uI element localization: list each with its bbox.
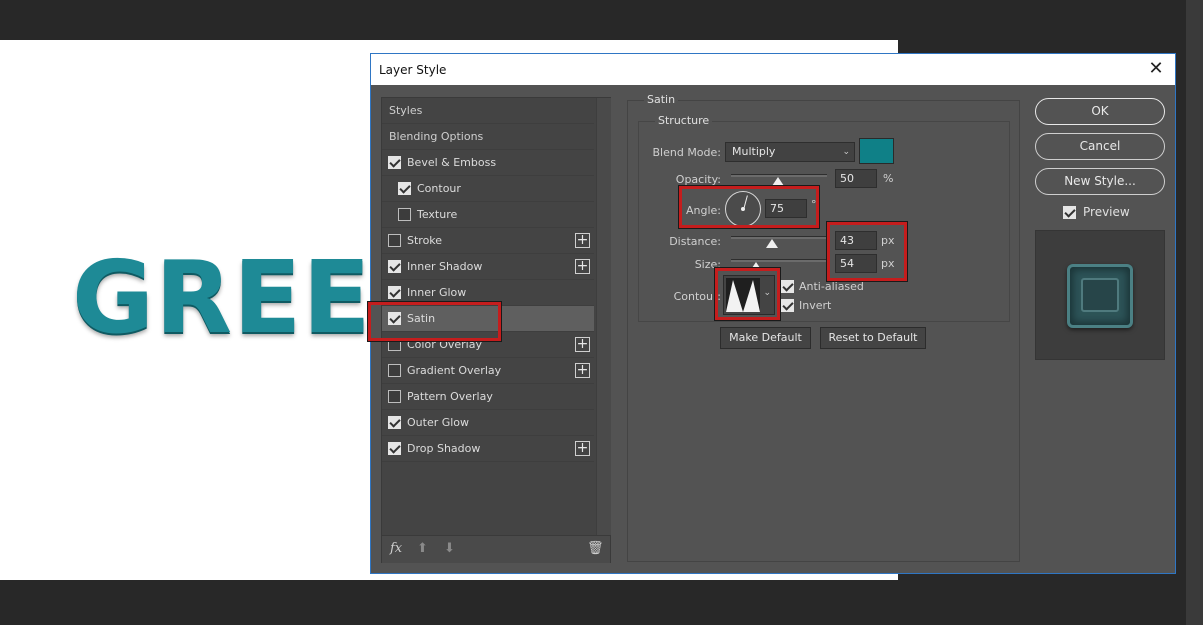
add-icon[interactable]: +: [575, 233, 590, 248]
preview-checkbox[interactable]: [1063, 206, 1076, 219]
ok-button[interactable]: OK: [1035, 98, 1165, 125]
satin-panel: Satin Structure Blend Mode: Multiply ⌄ O…: [627, 93, 1020, 562]
styles-list-footer: fx ⬆ ⬇ 🗑: [382, 535, 610, 563]
opacity-slider-thumb[interactable]: [772, 177, 784, 186]
style-item-texture[interactable]: Texture: [382, 202, 594, 228]
structure-title: Structure: [655, 114, 713, 127]
blend-mode-value: Multiply: [732, 145, 776, 158]
blending-options-item[interactable]: Blending Options: [382, 124, 594, 150]
highlight-satin: [367, 301, 502, 342]
style-item-label: Inner Glow: [407, 286, 467, 299]
checkbox[interactable]: [388, 364, 401, 377]
distance-slider-thumb[interactable]: [766, 239, 778, 248]
move-up-icon[interactable]: ⬆: [417, 541, 428, 556]
style-item-inner-shadow[interactable]: Inner Shadow +: [382, 254, 594, 280]
layer-style-dialog: Layer Style ✕ Styles Blending Options Be…: [367, 53, 1176, 574]
style-item-stroke[interactable]: Stroke +: [382, 228, 594, 254]
style-item-bevel-emboss[interactable]: Bevel & Emboss: [382, 150, 594, 176]
invert-checkbox[interactable]: [781, 299, 794, 312]
opacity-unit: %: [883, 172, 894, 185]
section-title: Satin: [644, 93, 679, 106]
checkbox[interactable]: [388, 390, 401, 403]
contour-label: Contour:: [673, 290, 721, 303]
style-item-contour[interactable]: Contour: [382, 176, 594, 202]
checkbox[interactable]: [398, 208, 411, 221]
anti-aliased-label: Anti-aliased: [799, 280, 864, 293]
add-icon[interactable]: +: [575, 337, 590, 352]
workspace-scrollbar[interactable]: [1186, 0, 1203, 625]
style-item-label: Bevel & Emboss: [407, 156, 497, 169]
checkbox[interactable]: [388, 442, 401, 455]
highlight-distance-size: [826, 221, 908, 282]
style-item-label: Outer Glow: [407, 416, 470, 429]
trash-icon[interactable]: 🗑: [587, 541, 604, 556]
chevron-down-icon: ⌄: [842, 147, 850, 157]
style-item-gradient-overlay[interactable]: Gradient Overlay +: [382, 358, 594, 384]
checkbox[interactable]: [388, 156, 401, 169]
blend-mode-label: Blend Mode:: [652, 146, 722, 159]
new-style-button[interactable]: New Style...: [1035, 168, 1165, 195]
add-icon[interactable]: +: [575, 363, 590, 378]
checkbox[interactable]: [388, 286, 401, 299]
size-slider[interactable]: [731, 259, 827, 262]
anti-aliased-checkbox[interactable]: [781, 280, 794, 293]
style-item-label: Stroke: [407, 234, 443, 247]
style-item-label: Inner Shadow: [407, 260, 483, 273]
checkbox[interactable]: [388, 260, 401, 273]
fx-icon[interactable]: fx: [390, 541, 402, 556]
style-item-label: Pattern Overlay: [407, 390, 493, 403]
opacity-input[interactable]: 50: [835, 169, 877, 188]
add-icon[interactable]: +: [575, 259, 590, 274]
distance-slider[interactable]: [731, 236, 827, 239]
make-default-button[interactable]: Make Default: [720, 327, 811, 349]
close-icon[interactable]: ✕: [1145, 58, 1167, 80]
invert-label: Invert: [799, 299, 832, 312]
reset-to-default-button[interactable]: Reset to Default: [820, 327, 926, 349]
blend-mode-select[interactable]: Multiply ⌄: [725, 142, 855, 162]
style-item-drop-shadow[interactable]: Drop Shadow +: [382, 436, 594, 462]
checkbox[interactable]: [398, 182, 411, 195]
style-item-label: Drop Shadow: [407, 442, 481, 455]
highlight-contour: [714, 267, 781, 321]
style-item-label: Gradient Overlay: [407, 364, 502, 377]
checkbox[interactable]: [388, 234, 401, 247]
highlight-angle: [678, 185, 820, 229]
preview-thumbnail: [1035, 230, 1165, 360]
style-item-label: Contour: [417, 182, 461, 195]
style-item-outer-glow[interactable]: Outer Glow: [382, 410, 594, 436]
preview-swatch-inner: [1081, 278, 1119, 312]
styles-list-scrollbar[interactable]: [596, 98, 611, 535]
move-down-icon[interactable]: ⬇: [444, 541, 455, 556]
style-item-pattern-overlay[interactable]: Pattern Overlay: [382, 384, 594, 410]
preview-label: Preview: [1083, 205, 1130, 219]
color-swatch[interactable]: [859, 138, 894, 164]
add-icon[interactable]: +: [575, 441, 590, 456]
size-label: Size:: [694, 258, 721, 271]
styles-header[interactable]: Styles: [382, 98, 594, 124]
checkbox[interactable]: [388, 416, 401, 429]
cancel-button[interactable]: Cancel: [1035, 133, 1165, 160]
style-item-label: Texture: [417, 208, 458, 221]
dialog-title: Layer Style: [379, 62, 447, 77]
opacity-label: Opacity:: [675, 173, 721, 186]
distance-label: Distance:: [669, 235, 721, 248]
dialog-titlebar: Layer Style ✕: [371, 54, 1175, 85]
preview-swatch: [1067, 264, 1133, 328]
